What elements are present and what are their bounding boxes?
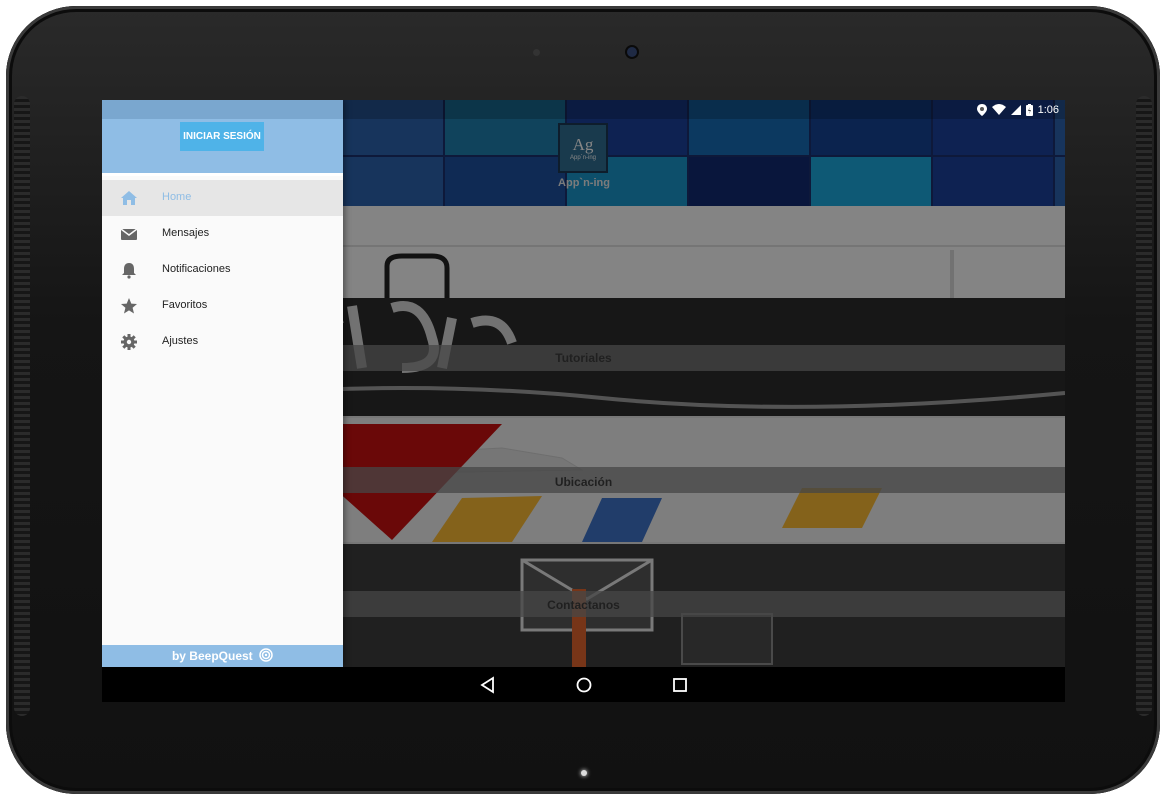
menu-label-home: Home [162, 191, 192, 203]
menu-label-ajustes: Ajustes [162, 335, 199, 347]
drawer-header: INICIAR SESIÓN [102, 100, 343, 176]
right-speaker-grille [1136, 96, 1152, 716]
status-time: 1:06 [1037, 103, 1059, 116]
menu-label-mensajes: Mensajes [162, 227, 210, 239]
home-icon [121, 191, 137, 205]
device-screen: Ag App`n-ing App`n-ing Tutoriales Ubicac… [102, 100, 1065, 702]
recents-icon[interactable] [670, 675, 690, 695]
menu-label-notificaciones: Notificaciones [162, 263, 231, 275]
light-sensor [533, 49, 540, 56]
front-camera [627, 47, 637, 57]
left-speaker-grille [14, 96, 30, 716]
status-icons: 1:06 [976, 102, 1059, 117]
navigation-drawer: INICIAR SESIÓN Home Mensajes Notificacio… [102, 100, 343, 667]
menu-item-favoritos[interactable]: Favoritos [102, 288, 343, 324]
menu-item-mensajes[interactable]: Mensajes [102, 216, 343, 252]
menu-item-notificaciones[interactable]: Notificaciones [102, 252, 343, 288]
drawer-status-bar [102, 100, 343, 119]
location-icon [976, 103, 987, 116]
bell-icon [122, 263, 136, 279]
menu-item-ajustes[interactable]: Ajustes [102, 324, 343, 360]
back-icon[interactable] [478, 675, 498, 695]
beepquest-logo-icon [259, 648, 273, 662]
login-button[interactable]: INICIAR SESIÓN [180, 122, 264, 151]
mail-icon [120, 228, 138, 240]
battery-icon [1025, 103, 1033, 116]
menu-item-home[interactable]: Home [102, 180, 343, 216]
gear-icon [121, 334, 137, 350]
star-icon [121, 298, 137, 314]
footer-brand: by BeepQuest [171, 649, 253, 663]
menu-label-favoritos: Favoritos [162, 299, 208, 311]
signal-icon [1010, 104, 1021, 115]
drawer-footer: by BeepQuest [102, 645, 343, 667]
main-content: Ag App`n-ing App`n-ing Tutoriales Ubicac… [102, 100, 1065, 667]
notification-led [581, 770, 587, 776]
system-nav-bar [102, 667, 1065, 702]
wifi-icon [991, 104, 1006, 115]
home-button-icon[interactable] [574, 675, 594, 695]
